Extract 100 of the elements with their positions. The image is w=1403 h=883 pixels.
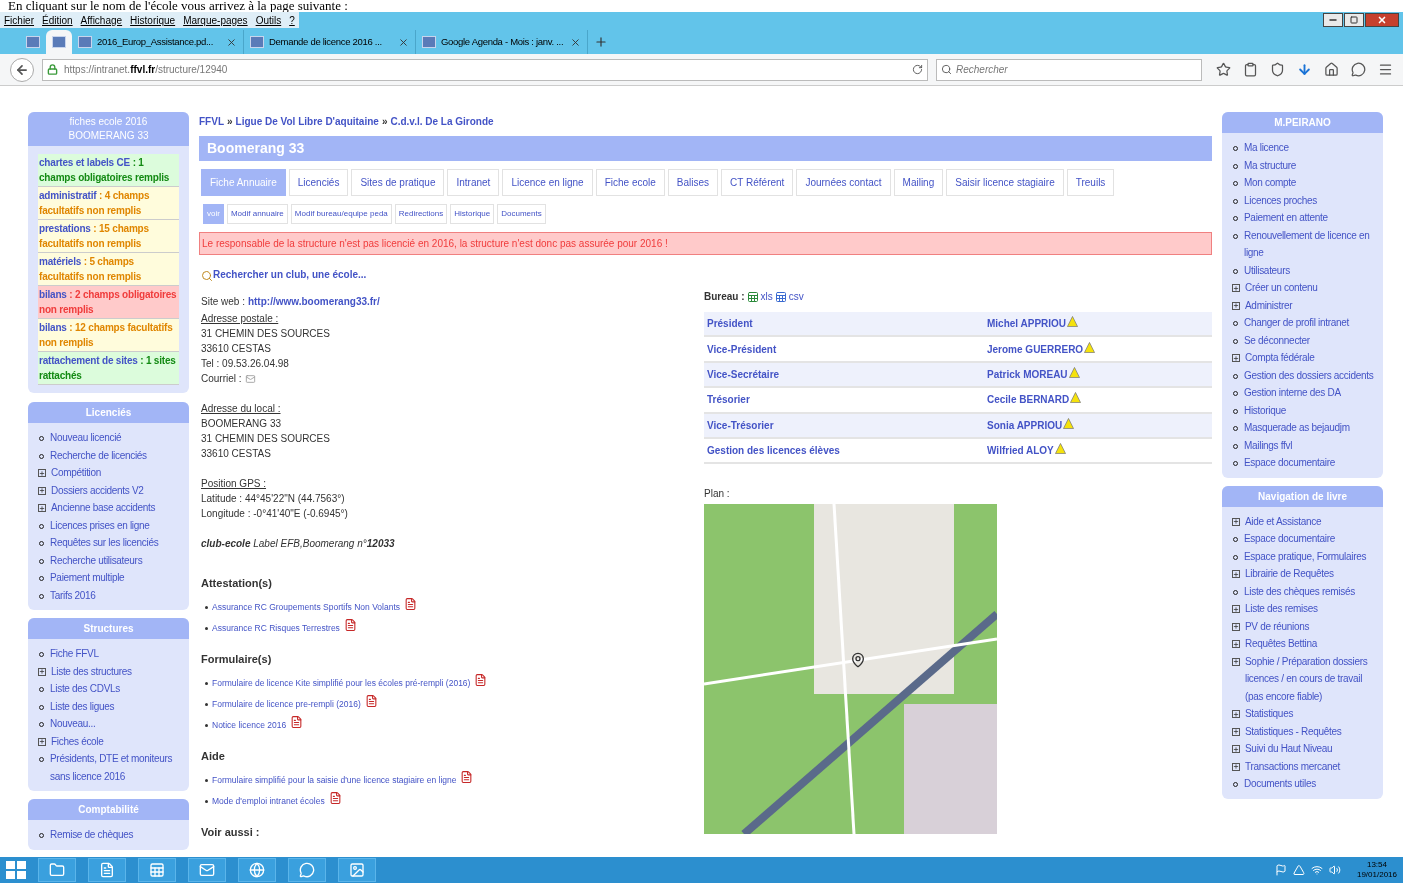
taskbar-app-icon[interactable]	[99, 862, 115, 878]
breadcrumb-link[interactable]: C.d.v.l. De La Gironde	[390, 114, 494, 129]
shield-icon[interactable]	[1270, 62, 1285, 77]
nav-link[interactable]: Utilisateurs	[1244, 261, 1290, 279]
nav-link[interactable]: Liste des chèques remisés	[1244, 582, 1355, 600]
bookmark-star-icon[interactable]	[1216, 62, 1231, 77]
pdf-icon[interactable]	[364, 693, 378, 708]
menu-item[interactable]: Historique	[130, 12, 176, 28]
pdf-icon[interactable]	[404, 596, 418, 611]
nav-link[interactable]: Recherche utilisateurs	[50, 551, 143, 569]
nav-link[interactable]: Licences prises en ligne	[50, 516, 150, 534]
expand-icon[interactable]	[1232, 745, 1240, 753]
close-tab-icon[interactable]	[398, 36, 409, 48]
pdf-icon[interactable]	[328, 790, 342, 805]
tab[interactable]: Journées contact	[796, 169, 891, 196]
nav-link[interactable]: Présidents, DTE et moniteurs sans licence 2016	[50, 750, 187, 785]
taskbar-app-icon[interactable]	[299, 862, 315, 878]
nav-link[interactable]: Fiches école	[51, 732, 104, 750]
nav-link[interactable]: Gestion interne des DA	[1244, 384, 1341, 402]
subtab[interactable]: Modif annuaire	[226, 204, 288, 224]
nav-link[interactable]: Recherche de licenciés	[50, 446, 147, 464]
member-link[interactable]: Jerome GUERRERO	[987, 341, 1084, 357]
flag-icon[interactable]	[1274, 864, 1287, 876]
status-row[interactable]: bilans : 2 champs obligatoires non remplis	[38, 286, 179, 319]
nav-link[interactable]: Ma structure	[1244, 156, 1296, 174]
pdf-icon[interactable]	[343, 617, 357, 632]
expand-icon[interactable]	[38, 504, 46, 512]
nav-link[interactable]: Mon compte	[1244, 174, 1297, 192]
clipboard-icon[interactable]	[1243, 62, 1258, 77]
nav-link[interactable]: Dossiers accidents V2	[51, 481, 144, 499]
search-club-link[interactable]: Rechercher un club, une école...	[213, 267, 367, 282]
download-icon[interactable]	[1297, 62, 1312, 77]
taskbar-app-icon[interactable]	[49, 862, 65, 878]
expand-icon[interactable]	[1232, 517, 1240, 526]
nav-link[interactable]: Requêtes sur les licenciés	[50, 534, 159, 552]
document-link[interactable]: Formulaire simplifié pour la saisie d'une licence stagiaire en ligne	[212, 770, 457, 791]
member-link[interactable]: Sonia APPRIOU	[987, 417, 1063, 433]
nav-link[interactable]: Espace documentaire	[1244, 454, 1336, 472]
breadcrumb-link[interactable]: Ligue De Vol Libre D'aquitaine	[235, 114, 379, 129]
new-tab-icon[interactable]	[594, 35, 608, 49]
nav-link[interactable]: Documents utiles	[1244, 775, 1316, 793]
expand-icon[interactable]	[1232, 622, 1240, 631]
nav-link[interactable]: PV de réunions	[1245, 617, 1310, 635]
tab[interactable]: Intranet	[447, 169, 500, 196]
member-link[interactable]: Cecile BERNARD	[987, 392, 1070, 408]
nav-link[interactable]: Transactions mercanet	[1245, 757, 1341, 775]
tab[interactable]: Saisir licence stagiaire	[946, 169, 1064, 196]
document-link[interactable]: Notice licence 2016	[212, 715, 287, 736]
tab[interactable]: CT Référent	[721, 169, 794, 196]
close-tab-icon[interactable]	[570, 36, 581, 48]
csv-link[interactable]: csv	[788, 289, 804, 304]
status-row[interactable]: chartes et labels CE : 1 champs obligatoires remplis	[38, 154, 179, 187]
pdf-icon[interactable]	[460, 769, 474, 784]
member-link[interactable]: Wilfried ALOY	[987, 443, 1054, 459]
nav-link[interactable]: Renouvellement de licence en ligne	[1244, 226, 1381, 262]
nav-link[interactable]: Paiement multiple	[50, 569, 125, 587]
expand-icon[interactable]	[1232, 762, 1240, 771]
menu-item[interactable]: Édition	[42, 12, 73, 28]
back-button[interactable]	[10, 57, 34, 82]
subtab[interactable]: Documents	[497, 204, 546, 224]
expand-icon[interactable]	[1232, 570, 1240, 578]
expand-icon[interactable]	[1232, 657, 1240, 666]
taskbar-app-icon[interactable]	[149, 862, 165, 878]
status-row[interactable]: administratif : 4 champs facultatifs non remplis	[38, 187, 179, 220]
taskbar-app-icon[interactable]	[249, 862, 265, 878]
menu-item[interactable]: Affichage	[80, 12, 123, 28]
menu-item[interactable]: Marque-pages	[183, 12, 248, 28]
expand-icon[interactable]	[1232, 727, 1240, 736]
nav-link[interactable]: Fiche FFVL	[50, 645, 99, 663]
status-row[interactable]: prestations : 15 champs facultatifs non remplis	[38, 220, 179, 253]
close-tab-icon[interactable]	[226, 36, 237, 48]
menu-item[interactable]: ?	[289, 12, 295, 28]
nav-link[interactable]: Espace documentaire	[1244, 530, 1336, 548]
menu-item[interactable]: Outils	[255, 12, 282, 28]
tab[interactable]: Licence en ligne	[502, 169, 593, 196]
expand-icon[interactable]	[38, 737, 46, 746]
document-link[interactable]: Formulaire de licence pre-rempli (2016)	[212, 694, 361, 715]
breadcrumb-link[interactable]: FFVL	[199, 114, 224, 129]
status-row[interactable]: matériels : 5 champs facultatifs non remplis	[38, 253, 179, 286]
tab[interactable]: Sites de pratique	[351, 169, 445, 196]
tab[interactable]: Treuils	[1066, 169, 1115, 196]
expand-icon[interactable]	[1232, 301, 1240, 310]
nav-link[interactable]: Tarifs 2016	[50, 586, 96, 604]
subtab[interactable]: Modif bureau/equipe peda	[290, 204, 392, 224]
nav-link[interactable]: Compta fédérale	[1245, 349, 1315, 367]
xls-link[interactable]: xls	[760, 289, 773, 304]
nav-link[interactable]: Licences proches	[1244, 191, 1318, 209]
member-link[interactable]: Michel APPRIOU	[987, 316, 1067, 332]
expand-icon[interactable]	[1232, 640, 1240, 648]
pdf-icon[interactable]	[474, 672, 488, 687]
home-icon[interactable]	[1324, 62, 1339, 77]
nav-link[interactable]: Suivi du Haut Niveau	[1245, 740, 1333, 758]
nav-link[interactable]: Se déconnecter	[1244, 331, 1310, 349]
nav-link[interactable]: Ancienne base accidents	[51, 499, 156, 517]
nav-link[interactable]: Espace pratique, Formulaires	[1244, 547, 1367, 565]
nav-link[interactable]: Administrer	[1245, 296, 1293, 314]
pinned-tab[interactable]	[46, 30, 72, 54]
document-link[interactable]: Assurance RC Risques Terrestres	[212, 618, 340, 639]
website-link[interactable]: http://www.boomerang33.fr/	[247, 294, 380, 309]
nav-link[interactable]: Requêtes Bettina	[1245, 635, 1317, 653]
